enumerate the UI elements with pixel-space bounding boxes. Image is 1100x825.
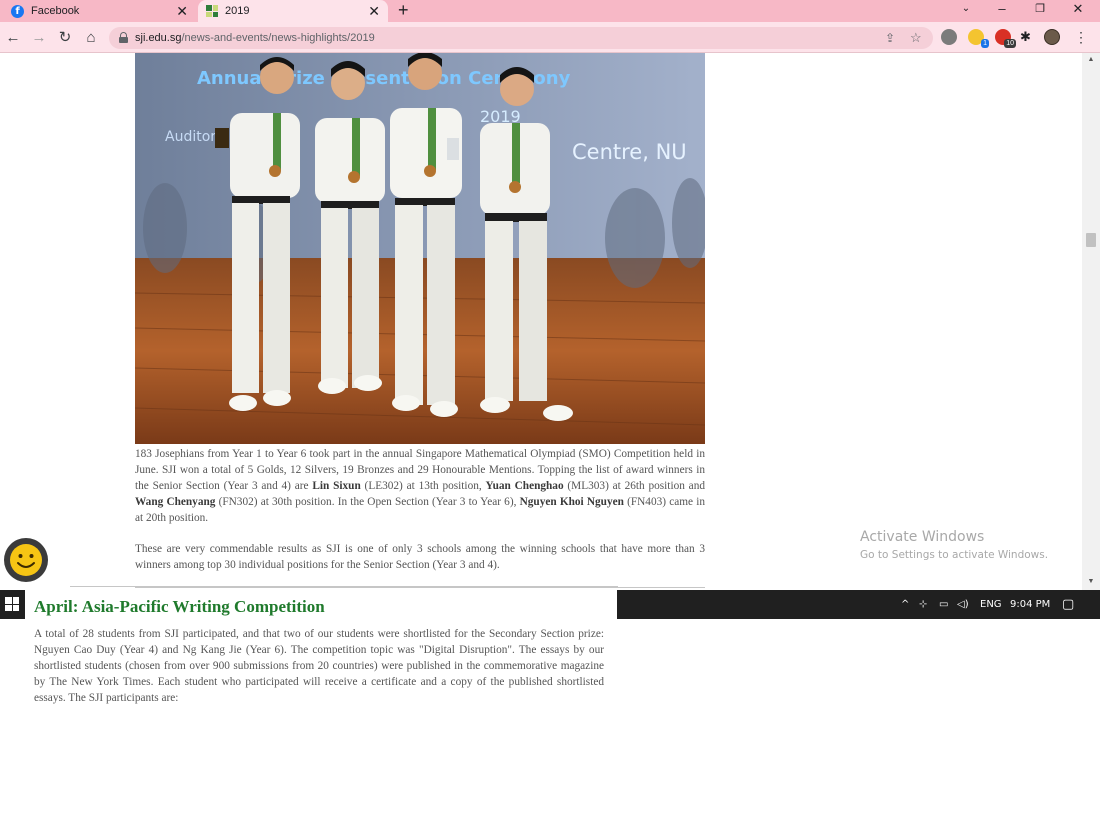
facebook-icon: f (11, 4, 24, 18)
window-close-button[interactable]: ✕ (1066, 0, 1090, 20)
tray-chevron-icon[interactable]: ^ (901, 590, 909, 619)
share-icon[interactable]: ⇪ (885, 29, 895, 47)
bookmark-star-icon[interactable]: ☆ (910, 29, 922, 47)
article-paragraph: 183 Josephians from Year 1 to Year 6 too… (135, 448, 706, 524)
article-photo: Annual Prize Presentation Ceremony 2019 … (135, 53, 705, 444)
language-indicator[interactable]: ENG (980, 590, 1002, 619)
more-menu-icon[interactable]: ⋮ (1074, 29, 1088, 45)
smiley-icon (10, 544, 42, 576)
extension-globe-icon[interactable] (941, 29, 957, 45)
winner-name: Wang Chenyang (135, 496, 216, 508)
tab-title: Facebook (31, 5, 80, 17)
browser-toolbar: ← → ↻ ⌂ sji.edu.sg/news-and-events/news-… (0, 22, 1100, 53)
new-tab-button[interactable]: + (398, 0, 409, 22)
next-section-fragment: April: Asia-Pacific Writing Competition … (25, 586, 618, 708)
close-icon[interactable]: ✕ (368, 2, 380, 20)
notification-icon[interactable]: ▢ (1062, 590, 1074, 619)
section-paragraph: A total of 28 students from SJI particip… (34, 628, 604, 704)
winner-name: Nguyen Khoi Nguyen (519, 496, 624, 508)
url-text[interactable]: sji.edu.sg/news-and-events/news-highligh… (135, 30, 375, 46)
article-text: 183 Josephians from Year 1 to Year 6 too… (135, 446, 705, 573)
activate-windows-watermark: Activate Windows Go to Settings to activ… (860, 529, 1049, 561)
reload-button[interactable]: ↻ (55, 28, 75, 48)
tab-strip: f Facebook ✕ 2019 ✕ + ⌄ – ❐ ✕ (0, 0, 1100, 22)
battery-icon[interactable]: ▭ (939, 590, 948, 619)
section-divider (70, 586, 618, 587)
extension-icon[interactable]: 1 (968, 29, 989, 48)
volume-icon[interactable]: ◁) (957, 590, 969, 619)
scrollbar-thumb[interactable] (1086, 233, 1096, 247)
vertical-scrollbar[interactable]: ▲ ▼ (1082, 53, 1100, 590)
back-button[interactable]: ← (3, 28, 23, 48)
scroll-up-arrow-icon[interactable]: ▲ (1086, 56, 1096, 63)
minimize-button[interactable]: – (990, 0, 1014, 20)
home-button[interactable]: ⌂ (81, 28, 101, 48)
section-heading: April: Asia-Pacific Writing Competition (34, 597, 325, 616)
restore-button[interactable]: ❐ (1028, 0, 1052, 20)
forward-button[interactable]: → (29, 28, 49, 48)
winner-name: Lin Sixun (312, 480, 361, 492)
accessibility-smiley-button[interactable] (4, 538, 48, 582)
page-viewport: Annual Prize Presentation Ceremony 2019 … (0, 53, 1100, 590)
tab-title: 2019 (225, 5, 250, 17)
article-paragraph: These are very commendable results as SJ… (135, 543, 705, 571)
tab-facebook[interactable]: f Facebook ✕ (0, 0, 196, 22)
section-divider (135, 587, 705, 588)
tab-search-icon[interactable]: ⌄ (954, 0, 978, 20)
sji-favicon-icon (206, 5, 218, 17)
tab-2019[interactable]: 2019 ✕ (198, 0, 388, 22)
winner-name: Yuan Chenghao (485, 480, 564, 492)
banner-right-text: Centre, NU (572, 140, 687, 164)
network-icon[interactable]: ⊹ (919, 590, 927, 619)
address-bar[interactable]: sji.edu.sg/news-and-events/news-highligh… (109, 27, 933, 49)
extensions-puzzle-icon[interactable]: ✱ (1020, 29, 1036, 45)
scroll-down-arrow-icon[interactable]: ▼ (1086, 578, 1096, 585)
close-icon[interactable]: ✕ (176, 2, 188, 20)
clock[interactable]: 9:04 PM (1010, 590, 1050, 619)
windows-start-icon[interactable] (5, 597, 19, 611)
profile-avatar[interactable] (1044, 29, 1060, 45)
award-winners-photo: Annual Prize Presentation Ceremony 2019 … (135, 53, 705, 444)
lock-icon[interactable] (119, 32, 128, 43)
extension-icon[interactable]: 10 (995, 29, 1016, 48)
